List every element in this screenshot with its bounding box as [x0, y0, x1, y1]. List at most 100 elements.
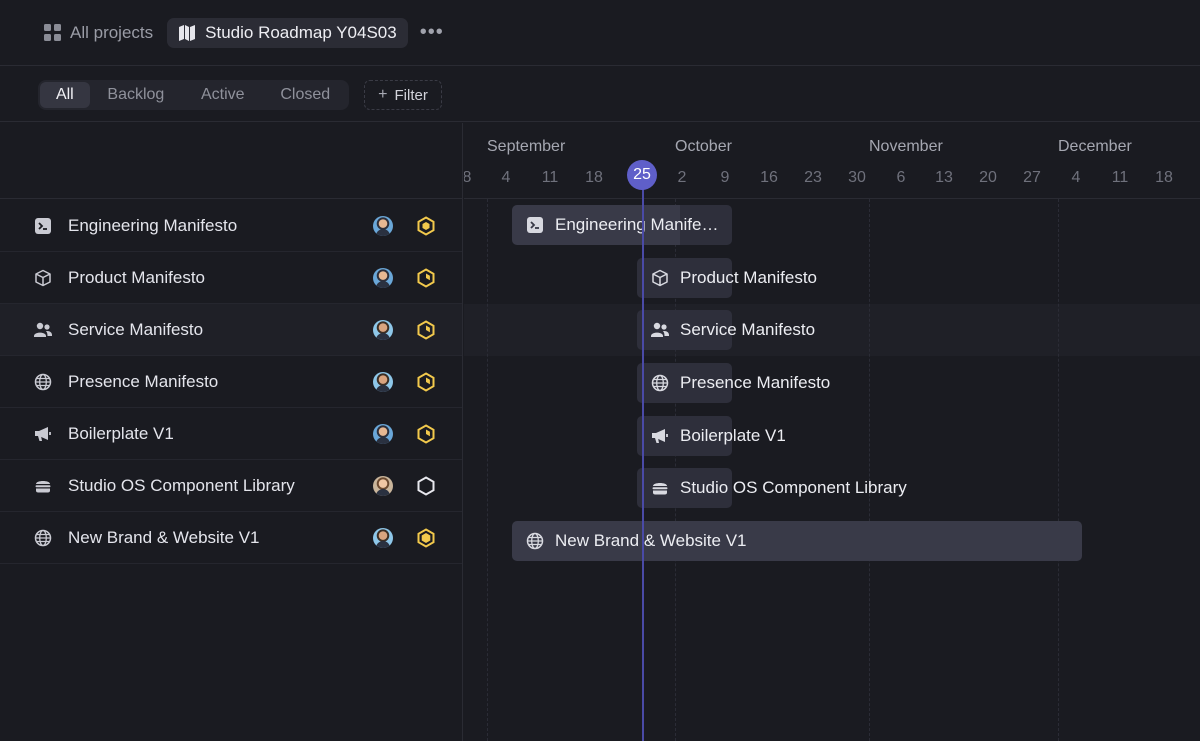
list-item[interactable]: Service Manifesto	[0, 304, 462, 356]
day-label: 8	[464, 169, 472, 186]
globe-icon	[525, 531, 545, 551]
day-label: 9	[720, 169, 730, 186]
filter-bar: All Backlog Active Closed + Filter	[0, 67, 1200, 122]
list-item[interactable]: New Brand & Website V1	[0, 512, 462, 564]
stack-icon	[650, 478, 670, 498]
timeline-bar[interactable]: New Brand & Website V1	[512, 521, 1082, 561]
status-planned-icon[interactable]	[416, 423, 436, 444]
today-marker: 25	[627, 160, 657, 190]
timeline-bar[interactable]: Boilerplate V1	[637, 416, 786, 456]
project-name: Presence Manifesto	[68, 371, 219, 391]
gridline	[1058, 199, 1059, 741]
day-label: 11	[541, 169, 559, 186]
all-projects-link[interactable]: All projects	[40, 23, 153, 43]
bar-label: New Brand & Website V1	[555, 531, 747, 550]
day-label: 2	[677, 169, 687, 186]
list-item[interactable]: Presence Manifesto	[0, 356, 462, 408]
avatar[interactable]	[373, 267, 393, 288]
day-label: 13	[935, 169, 953, 186]
terminal-icon	[525, 215, 545, 235]
tab-all[interactable]: All	[40, 82, 90, 108]
timeline-bar[interactable]: Studio OS Component Library	[637, 468, 907, 508]
terminal-icon	[33, 216, 53, 236]
list-header	[0, 123, 462, 199]
status-planned-icon[interactable]	[416, 267, 436, 288]
day-label: 20	[979, 169, 997, 186]
users-icon	[650, 320, 670, 340]
status-planned-icon[interactable]	[416, 319, 436, 340]
bar-label: Boilerplate V1	[680, 426, 786, 445]
project-name: Studio OS Component Library	[68, 475, 295, 495]
roadmap-title: Studio Roadmap Y04S03	[205, 22, 397, 42]
cube-icon	[650, 268, 670, 288]
plus-icon: +	[378, 86, 388, 103]
month-label: October	[675, 138, 732, 155]
project-list: Engineering Manifesto Product Manifesto …	[0, 123, 463, 741]
project-name: New Brand & Website V1	[68, 527, 260, 547]
day-label: 16	[760, 169, 778, 186]
avatar[interactable]	[373, 371, 393, 392]
grid-icon	[44, 23, 62, 42]
cube-icon	[33, 268, 53, 288]
megaphone-icon	[650, 426, 670, 446]
filter-label: Filter	[394, 86, 428, 104]
globe-icon	[33, 372, 53, 392]
bar-label: Product Manifesto	[680, 268, 818, 287]
tab-active[interactable]: Active	[182, 82, 263, 108]
globe-icon	[650, 373, 670, 393]
bar-label: Engineering Manife…	[555, 215, 719, 234]
project-name: Service Manifesto	[68, 319, 204, 339]
users-icon	[33, 320, 53, 340]
month-label: December	[1058, 138, 1132, 155]
more-icon: •••	[419, 21, 444, 43]
today-line	[642, 183, 644, 741]
day-label: 18	[585, 169, 603, 186]
tab-backlog[interactable]: Backlog	[90, 82, 182, 108]
day-label: 23	[804, 169, 822, 186]
megaphone-icon	[33, 424, 53, 444]
avatar[interactable]	[373, 423, 393, 444]
status-in-progress-icon[interactable]	[416, 215, 436, 236]
list-item[interactable]: Product Manifesto	[0, 252, 462, 304]
gridline	[869, 199, 870, 741]
timeline-header: September October November December 8 4 …	[464, 123, 1200, 199]
timeline-bar[interactable]: Service Manifesto	[637, 310, 815, 350]
status-segmented-control: All Backlog Active Closed	[38, 80, 349, 110]
all-projects-label: All projects	[70, 22, 154, 42]
bar-label: Studio OS Component Library	[680, 478, 907, 497]
day-label: 27	[1023, 169, 1041, 186]
globe-icon	[33, 528, 53, 548]
list-item[interactable]: Studio OS Component Library	[0, 460, 462, 512]
avatar[interactable]	[373, 215, 393, 236]
day-label: 6	[896, 169, 906, 186]
timeline-bar[interactable]: Product Manifesto	[637, 258, 817, 298]
timeline-bar[interactable]: Presence Manifesto	[637, 363, 830, 403]
tab-closed[interactable]: Closed	[264, 82, 347, 108]
avatar[interactable]	[373, 475, 393, 496]
top-bar: All projects Studio Roadmap Y04S03 •••	[0, 0, 1200, 66]
avatar[interactable]	[373, 527, 393, 548]
roadmap-breadcrumb[interactable]: Studio Roadmap Y04S03	[167, 17, 408, 48]
bar-label: Service Manifesto	[680, 320, 816, 339]
project-name: Boilerplate V1	[68, 423, 174, 443]
avatar[interactable]	[373, 319, 393, 340]
timeline[interactable]: September October November December 8 4 …	[464, 123, 1200, 741]
bar-label: Presence Manifesto	[680, 373, 831, 392]
status-in-progress-icon[interactable]	[416, 527, 436, 548]
timeline-bar[interactable]: Engineering Manife…	[512, 205, 732, 245]
filter-button[interactable]: + Filter	[364, 80, 442, 110]
gridline	[487, 199, 488, 741]
list-item[interactable]: Boilerplate V1	[0, 408, 462, 460]
status-backlog-icon[interactable]	[416, 475, 436, 496]
month-label: November	[869, 138, 943, 155]
day-label: 4	[501, 169, 511, 186]
more-options-button[interactable]: •••	[420, 21, 444, 45]
project-name: Engineering Manifesto	[68, 215, 238, 235]
map-icon	[179, 24, 196, 41]
stack-icon	[33, 476, 53, 496]
timeline-row-highlight	[464, 304, 1200, 356]
project-name: Product Manifesto	[68, 267, 206, 287]
status-planned-icon[interactable]	[416, 371, 436, 392]
list-item[interactable]: Engineering Manifesto	[0, 200, 462, 252]
month-label: September	[487, 138, 566, 155]
